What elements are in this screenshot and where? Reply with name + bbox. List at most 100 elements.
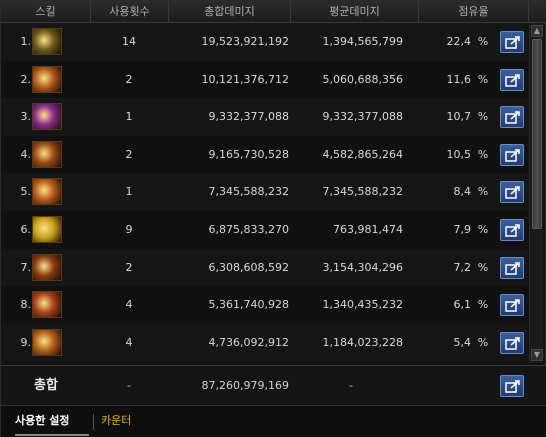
header-total: 총합데미지 xyxy=(169,1,291,23)
row-rank: 7. xyxy=(20,260,32,274)
row-rank: 3. xyxy=(20,110,32,124)
row-avg-damage: 7,345,588,232 xyxy=(322,185,403,199)
scroll-down-arrow-icon[interactable]: ▼ xyxy=(531,349,543,361)
row-total-damage: 9,165,730,528 xyxy=(208,147,289,161)
table-row: 3. 1 9,332,377,088 9,332,377,088 10,7% xyxy=(1,98,528,136)
row-share-button[interactable] xyxy=(500,219,524,241)
row-share-button[interactable] xyxy=(500,31,524,53)
row-percent-sign: % xyxy=(477,185,489,199)
header-share: 점유율 xyxy=(419,1,529,23)
scroll-up-arrow-icon[interactable]: ▲ xyxy=(531,25,543,37)
table-row: 6. 9 6,875,833,270 763,981,474 7,9% xyxy=(1,211,528,249)
skill-1-icon[interactable] xyxy=(32,28,62,55)
row-count: 4 xyxy=(125,335,133,349)
row-share: 7,2 xyxy=(453,260,472,274)
row-share: 22,4 xyxy=(446,35,472,48)
row-total-damage: 10,121,376,712 xyxy=(201,72,289,86)
row-share: 10,5 xyxy=(446,147,472,161)
table-row: 9. 4 4,736,092,912 1,184,023,228 5,4% xyxy=(1,323,528,362)
row-count: 1 xyxy=(125,185,133,199)
skill-6-icon[interactable] xyxy=(32,216,62,243)
row-percent-sign: % xyxy=(477,335,489,349)
row-rank: 8. xyxy=(20,298,32,312)
summary-avg: - xyxy=(349,379,353,392)
table-row: 5. 1 7,345,588,232 7,345,588,232 8,4% xyxy=(1,173,528,211)
row-total-damage: 19,523,921,192 xyxy=(201,35,289,48)
row-avg-damage: 5,060,688,356 xyxy=(322,72,403,86)
row-total-damage: 5,361,740,928 xyxy=(208,298,289,312)
scroll-thumb[interactable] xyxy=(532,39,542,229)
skill-9-icon[interactable] xyxy=(32,328,62,356)
table-row: 8. 4 5,361,740,928 1,340,435,232 6,1% xyxy=(1,286,528,324)
row-share-button[interactable] xyxy=(500,106,524,129)
skill-5-icon[interactable] xyxy=(32,178,62,206)
share-icon xyxy=(505,73,520,87)
row-share: 10,7 xyxy=(446,110,472,124)
row-share-button[interactable] xyxy=(500,294,524,317)
summary-row: 총합 - 87,260,979,169 - xyxy=(1,365,546,405)
share-icon xyxy=(505,337,520,350)
row-avg-damage: 763,981,474 xyxy=(333,223,403,236)
row-rank: 4. xyxy=(20,147,32,161)
skill-2-icon[interactable] xyxy=(32,65,62,93)
summary-share-button[interactable] xyxy=(500,375,524,397)
row-total-damage: 7,345,588,232 xyxy=(208,185,289,199)
row-percent-sign: % xyxy=(477,298,489,312)
row-total-damage: 6,308,608,592 xyxy=(208,260,289,274)
row-total-damage: 6,875,833,270 xyxy=(208,223,289,236)
row-avg-damage: 1,340,435,232 xyxy=(322,298,403,312)
summary-total: 87,260,979,169 xyxy=(201,379,289,392)
tab-divider xyxy=(93,414,94,430)
row-count: 9 xyxy=(125,223,133,236)
tab-bar: 사용한 설정 카운터 xyxy=(1,405,546,437)
row-count: 4 xyxy=(125,298,133,312)
row-avg-damage: 9,332,377,088 xyxy=(322,110,403,124)
tab-used-settings[interactable]: 사용한 설정 xyxy=(15,406,89,436)
damage-stats-panel: 스킬 사용횟수 총합데미지 평균데미지 점유율 1. 14 19,523,921,1… xyxy=(0,0,546,437)
row-percent-sign: % xyxy=(477,147,489,161)
row-rank: 5. xyxy=(20,185,32,199)
header-count: 사용횟수 xyxy=(91,1,169,23)
share-icon xyxy=(505,186,520,200)
skill-rows: 1. 14 19,523,921,192 1,394,565,799 22,4% 2. 2 1… xyxy=(1,23,528,363)
table-row: 4. 2 9,165,730,528 4,582,865,264 10,5% xyxy=(1,135,528,174)
share-icon xyxy=(505,261,520,275)
row-percent-sign: % xyxy=(477,110,489,124)
row-share-button[interactable] xyxy=(500,256,524,279)
table-row: 7. 2 6,308,608,592 3,154,304,296 7,2% xyxy=(1,248,528,287)
row-rank: 1. xyxy=(20,35,32,48)
row-share-button[interactable] xyxy=(500,331,524,354)
row-share-button[interactable] xyxy=(500,68,524,91)
row-share-button[interactable] xyxy=(500,143,524,166)
skill-7-icon[interactable] xyxy=(32,253,62,281)
row-rank: 2. xyxy=(20,72,32,86)
scrollbar[interactable]: ▲ ▼ xyxy=(529,23,543,363)
share-icon xyxy=(505,224,520,237)
skill-8-icon[interactable] xyxy=(32,291,62,319)
skill-4-icon[interactable] xyxy=(32,140,62,168)
row-share-button[interactable] xyxy=(500,181,524,204)
share-icon xyxy=(505,36,520,49)
row-count: 2 xyxy=(125,72,133,86)
tab-counter[interactable]: 카운터 xyxy=(101,406,161,436)
row-count: 1 xyxy=(125,110,133,124)
summary-count: - xyxy=(127,379,131,392)
row-avg-damage: 3,154,304,296 xyxy=(322,260,403,274)
row-percent-sign: % xyxy=(477,260,489,274)
row-share: 8,4 xyxy=(453,185,472,199)
row-avg-damage: 1,394,565,799 xyxy=(322,35,403,48)
share-icon xyxy=(505,149,520,162)
row-avg-damage: 1,184,023,228 xyxy=(322,335,403,349)
row-count: 2 xyxy=(125,147,133,161)
summary-label: 총합 xyxy=(34,378,58,393)
row-rank: 6. xyxy=(20,223,32,236)
row-avg-damage: 4,582,865,264 xyxy=(322,147,403,161)
row-share: 5,4 xyxy=(453,335,472,349)
row-total-damage: 4,736,092,912 xyxy=(208,335,289,349)
row-percent-sign: % xyxy=(477,35,489,48)
skill-3-icon[interactable] xyxy=(32,103,62,131)
table-header: 스킬 사용횟수 총합데미지 평균데미지 점유율 xyxy=(1,1,546,23)
header-skill: 스킬 xyxy=(1,1,91,23)
table-row: 2. 2 10,121,376,712 5,060,688,356 11,6% xyxy=(1,60,528,99)
row-count: 14 xyxy=(122,35,136,48)
